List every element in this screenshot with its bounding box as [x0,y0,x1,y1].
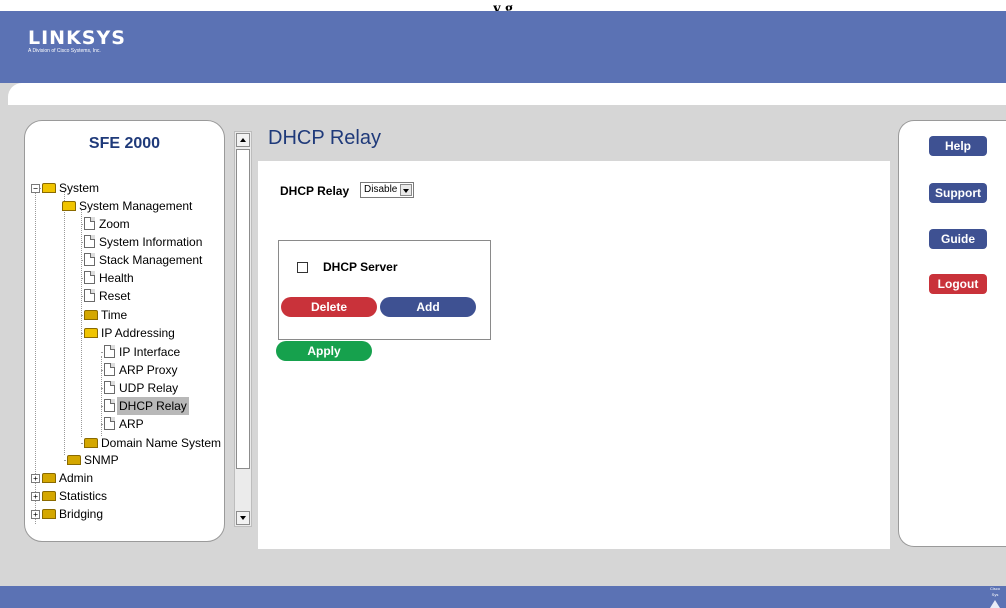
tree-item-label: Domain Name System [101,436,222,450]
tree-item-label: Time [101,308,128,322]
tree-item-ip-addressing[interactable]: IP Addressing [84,324,177,342]
folder-icon [42,491,56,501]
open-folder-icon [42,183,56,193]
page-icon [84,253,95,266]
scrollbar-thumb[interactable] [236,149,250,469]
header-bar: LINKSYS A Division of Cisco Systems, Inc… [0,11,1006,83]
tree-item-system-management[interactable]: System Management [62,197,194,215]
tree-item-label: Statistics [59,489,108,503]
tree-item-time[interactable]: Time [84,306,129,324]
tree-item-health[interactable]: Health [84,269,136,287]
dhcp-relay-select-value: Disable [364,184,398,195]
navigation-scrollbar[interactable] [234,131,252,527]
scroll-down-icon[interactable] [236,511,250,525]
tree-item-label: UDP Relay [119,381,179,395]
tree-item-label: System Information [99,235,203,249]
logo-name: LINKSYS [28,27,126,49]
support-button[interactable]: Support [929,183,987,203]
tree-item-label: Health [99,271,134,285]
folder-icon [42,473,56,483]
page-icon [104,417,115,430]
tree-item-label: Admin [59,471,94,485]
tree-item-label: ARP Proxy [119,363,178,377]
device-title: SFE 2000 [88,135,161,152]
tree-item-label: DHCP Relay [117,397,189,415]
folder-icon [42,509,56,519]
open-folder-icon [84,328,98,338]
tree-item-label: SNMP [84,453,119,467]
dhcp-server-header: DHCP Server [323,260,398,274]
tree-item-dhcp-relay[interactable]: DHCP Relay [104,397,189,415]
tree-item-system-information[interactable]: System Information [84,233,204,251]
page-icon [84,217,95,230]
tree-item-label: IP Addressing [101,326,175,340]
tree-item-domain-name-system[interactable]: Domain Name System [84,434,223,452]
tree-item-label: Reset [99,289,131,303]
help-button[interactable]: Help [929,136,987,156]
page-icon [84,289,95,302]
cisco-logo-icon [990,600,1000,608]
tree-item-bridging[interactable]: + Bridging [31,505,105,523]
page-icon [104,345,115,358]
tree-item-statistics[interactable]: + Statistics [31,487,109,505]
expand-icon[interactable]: + [31,510,40,519]
navigation-panel: SFE 2000 − System System Management Zoom … [24,120,225,542]
page-icon [104,399,115,412]
expand-icon[interactable]: + [31,474,40,483]
page-icon [84,271,95,284]
tree-item-system[interactable]: − System [31,179,101,197]
tree-item-label: ARP [119,417,144,431]
guide-button[interactable]: Guide [929,229,987,249]
tree-item-zoom[interactable]: Zoom [84,215,132,233]
tree-item-reset[interactable]: Reset [84,287,132,305]
folder-icon [84,310,98,320]
tree-item-snmp[interactable]: SNMP [67,451,121,469]
footer-bar: Cisco Sys [0,586,1006,608]
add-button[interactable]: Add [380,297,476,317]
collapse-icon[interactable]: − [31,184,40,193]
content-top-edge [8,83,1006,105]
dhcp-server-table [278,240,491,340]
linksys-logo: LINKSYS A Division of Cisco Systems, Inc… [28,28,126,55]
dhcp-relay-label: DHCP Relay [280,184,350,198]
tree-item-arp-proxy[interactable]: ARP Proxy [104,361,179,379]
tree-item-ip-interface[interactable]: IP Interface [104,343,182,361]
tree-item-label: Zoom [99,217,130,231]
tree-item-label: System [59,181,100,195]
tree-item-label: System Management [79,199,193,213]
scroll-up-icon[interactable] [236,133,250,147]
dhcp-server-checkbox[interactable] [297,262,308,273]
page-icon [104,363,115,376]
chevron-down-icon[interactable] [400,184,412,196]
window-title: y g [493,0,513,12]
tree-item-udp-relay[interactable]: UDP Relay [104,379,180,397]
apply-button[interactable]: Apply [276,341,372,361]
dhcp-relay-select[interactable]: Disable [360,182,414,198]
logo-tagline: A Division of Cisco Systems, Inc. [28,48,101,54]
tree-item-arp[interactable]: ARP [104,415,146,433]
tree-item-label: IP Interface [119,345,181,359]
cisco-logo-text: Cisco Sys [989,586,1000,597]
open-folder-icon [62,201,76,211]
page-icon [84,235,95,248]
delete-button[interactable]: Delete [281,297,377,317]
page-title: DHCP Relay [268,127,381,149]
folder-icon [84,438,98,448]
page-icon [104,381,115,394]
tree-item-stack-management[interactable]: Stack Management [84,251,204,269]
expand-icon[interactable]: + [31,492,40,501]
tree-item-label: Bridging [59,507,104,521]
cisco-logo: Cisco Sys [988,586,1002,608]
tree-item-label: Stack Management [99,253,203,267]
folder-icon [67,455,81,465]
window-title-strip: y g [0,0,1006,11]
tree-item-admin[interactable]: + Admin [31,469,95,487]
logout-button[interactable]: Logout [929,274,987,294]
